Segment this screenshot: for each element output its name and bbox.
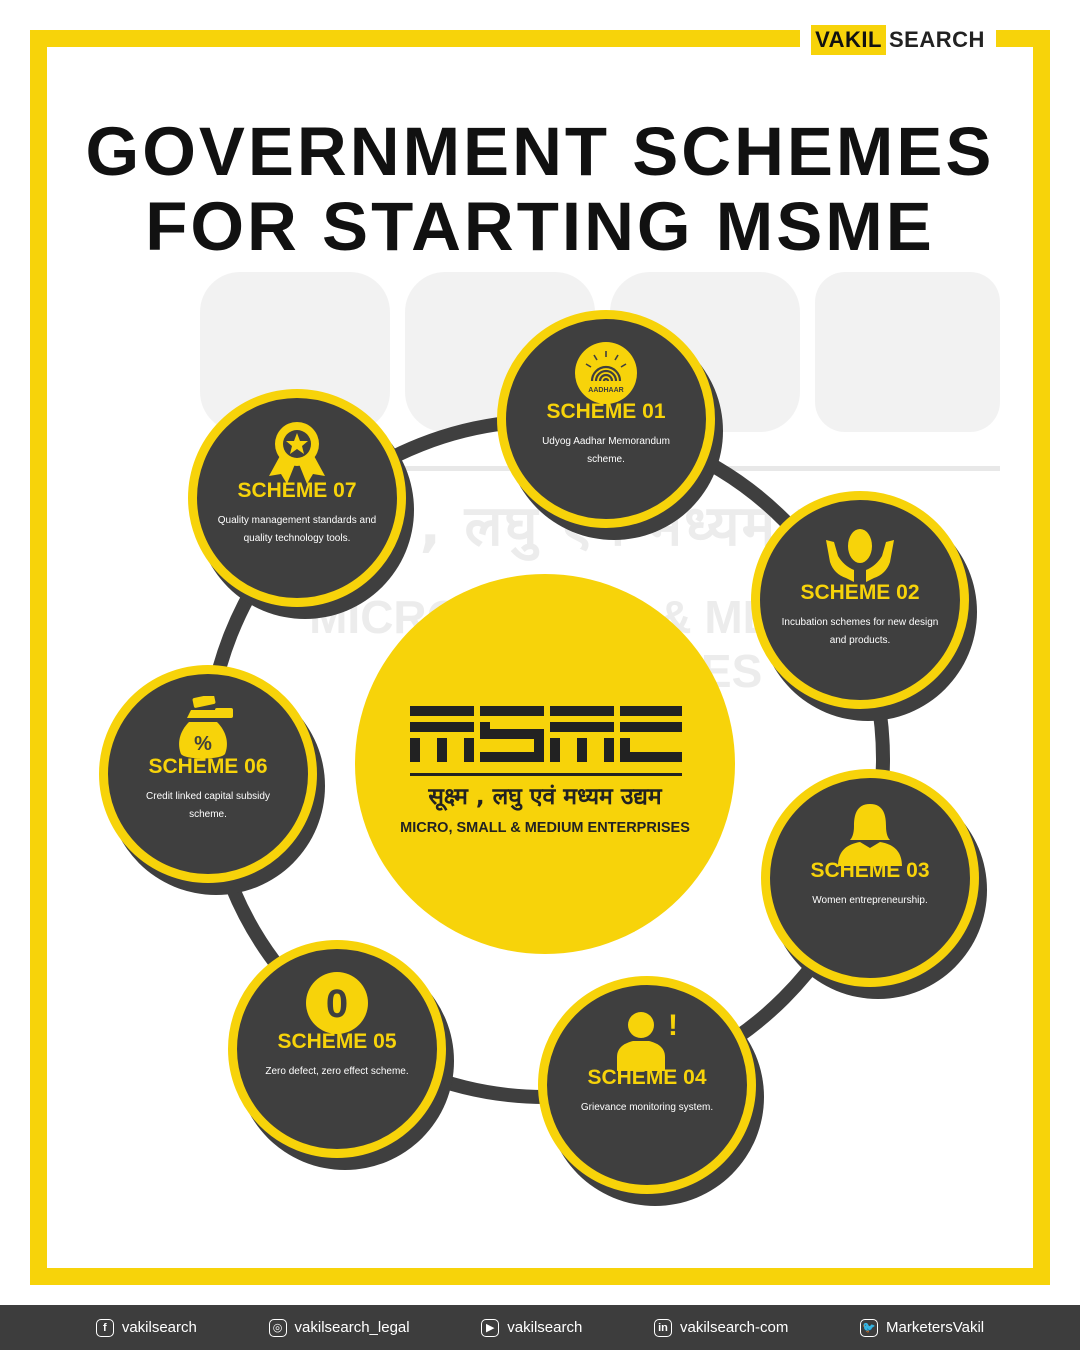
percent-glyph: % [194,733,212,755]
instagram-icon: ◎ [268,1318,287,1337]
social-facebook[interactable]: f vakilsearch [95,1318,197,1337]
scheme-04-card: ! SCHEME 04 Grievance monitoring system. [538,976,756,1194]
social-handle: vakilsearch [507,1319,583,1336]
scheme-04-desc: Grievance monitoring system. [580,1102,714,1113]
alert-mark: ! [668,1009,678,1042]
msme-wordmark-icon [410,706,682,762]
scheme-06-card: % SCHEME 06 Credit linked capital subsid… [99,665,317,883]
logo-english-text: MICRO, SMALL & MEDIUM ENTERPRISES [400,820,690,836]
twitter-icon: 🐦 [860,1318,879,1337]
money-bag-icon: % [179,696,233,759]
scheme-05-title: SCHEME 05 [277,1030,397,1053]
zero-glyph: 0 [326,982,348,1026]
aadhaar-label: AADHAAR [588,387,623,394]
scheme-03-card: SCHEME 03 Women entrepreneurship. [761,769,979,987]
social-twitter[interactable]: 🐦 MarketersVakil [860,1318,985,1337]
logo-rule [410,773,682,776]
scheme-06-title: SCHEME 06 [148,755,268,778]
scheme-03-title: SCHEME 03 [810,859,930,882]
aadhaar-icon: AADHAAR [575,342,637,404]
scheme-04-title: SCHEME 04 [587,1066,707,1089]
scheme-01-card: AADHAAR SCHEME 01 Udyog Aadhar Memorandu… [497,310,715,528]
linkedin-icon: in [653,1318,672,1337]
social-handle: MarketersVakil [886,1319,985,1336]
page-title-line2: FOR STARTING MSME [145,188,935,265]
page-title-line1: GOVERNMENT SCHEMES [85,113,995,190]
facebook-icon: f [95,1318,114,1337]
brand-part2: SEARCH [888,27,985,52]
scheme-05-desc: Zero defect, zero effect scheme. [265,1066,409,1077]
social-instagram[interactable]: ◎ vakilsearch_legal [268,1318,410,1337]
social-handle: vakilsearch_legal [294,1319,410,1336]
center-msme-logo: सूक्ष्म , लघु एवं मध्यम उद्यम MICRO, SMA… [355,574,735,954]
zero-icon: 0 [306,972,368,1034]
social-handle: vakilsearch-com [679,1319,789,1336]
logo-hindi-text: सूक्ष्म , लघु एवं मध्यम उद्यम [428,784,662,810]
scheme-07-card: SCHEME 07 Quality management standards a… [188,389,406,607]
person-alert-icon: ! [617,1009,678,1071]
social-handle: vakilsearch [121,1319,197,1336]
scheme-01-desc: Udyog Aadhar Memorandum scheme. [542,436,670,465]
brand-part1: VAKIL [811,25,886,55]
scheme-01-title: SCHEME 01 [546,400,666,423]
scheme-02-desc: Incubation schemes for new design and pr… [781,617,939,646]
youtube-icon: ▶ [481,1318,500,1337]
egg-hands-icon [826,529,894,582]
brand-logo: VAKIL SEARCH [800,20,996,60]
scheme-05-card: 0 SCHEME 05 Zero defect, zero effect sch… [228,940,446,1158]
scheme-02-card: SCHEME 02 Incubation schemes for new des… [751,491,969,709]
scheme-07-desc: Quality management standards and quality… [217,515,377,544]
scheme-06-desc: Credit linked capital subsidy scheme. [146,791,270,820]
award-badge-icon [269,422,325,484]
scheme-03-desc: Women entrepreneurship. [812,895,928,906]
social-linkedin[interactable]: in vakilsearch-com [653,1318,789,1337]
scheme-02-title: SCHEME 02 [800,581,920,604]
woman-icon [838,804,902,866]
social-youtube[interactable]: ▶ vakilsearch [481,1318,583,1337]
scheme-07-title: SCHEME 07 [237,479,357,502]
social-footer: f vakilsearch ◎ vakilsearch_legal ▶ vaki… [0,1305,1080,1350]
